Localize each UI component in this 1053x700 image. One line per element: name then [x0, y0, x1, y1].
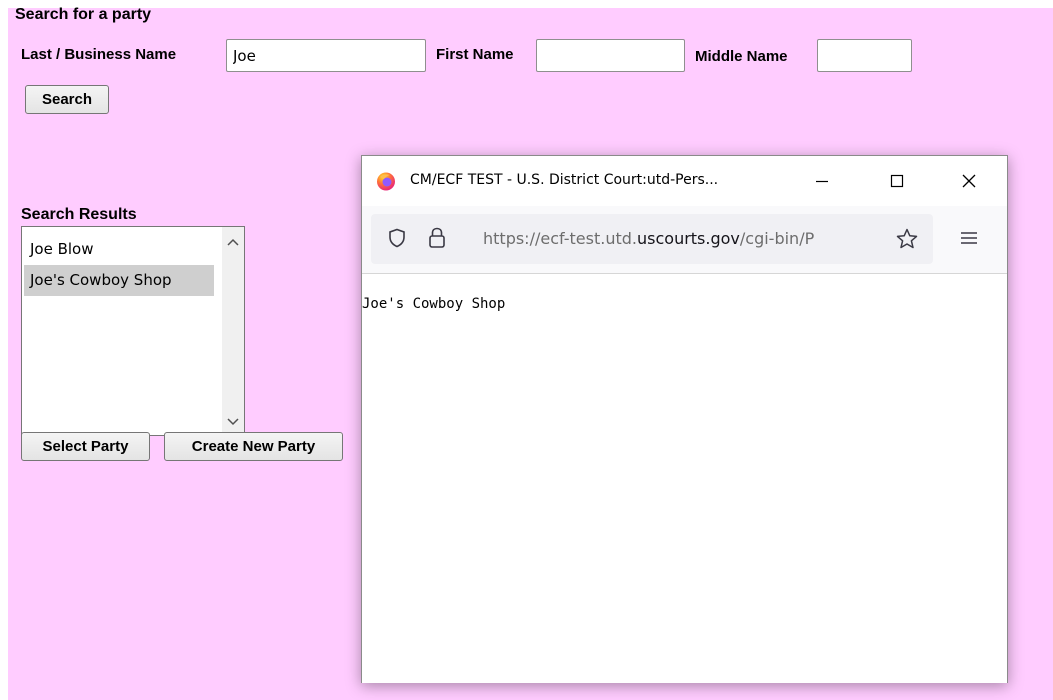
address-bar[interactable]: https://ecf-test.utd.uscourts.gov/cgi-bi…	[371, 214, 933, 264]
last-name-input[interactable]	[226, 39, 426, 72]
minimize-icon[interactable]	[799, 156, 845, 206]
firefox-logo-icon	[376, 171, 396, 191]
party-name-text: Joe's Cowboy Shop	[362, 296, 506, 312]
hamburger-menu-icon[interactable]	[960, 230, 978, 251]
window-title: CM/ECF TEST - U.S. District Court:utd-Pe…	[410, 172, 719, 188]
list-item[interactable]: Joe Blow	[24, 234, 214, 265]
last-name-label: Last / Business Name	[21, 46, 177, 63]
popup-content: Joe's Cowboy Shop	[362, 274, 1007, 683]
list-item[interactable]: Joe's Cowboy Shop	[24, 265, 214, 296]
search-results-heading: Search Results	[21, 206, 137, 223]
maximize-icon[interactable]	[874, 156, 920, 206]
middle-name-label: Middle Name	[695, 48, 788, 65]
popup-browser-window[interactable]: CM/ECF TEST - U.S. District Court:utd-Pe…	[361, 155, 1008, 683]
create-new-party-button[interactable]: Create New Party	[164, 432, 343, 461]
chevron-down-icon[interactable]	[222, 412, 244, 432]
middle-name-input[interactable]	[817, 39, 912, 72]
browser-toolbar: https://ecf-test.utd.uscourts.gov/cgi-bi…	[362, 206, 1007, 274]
star-icon[interactable]	[895, 227, 919, 256]
scrollbar[interactable]	[222, 227, 244, 435]
select-party-button[interactable]: Select Party	[21, 432, 150, 461]
search-heading: Search for a party	[15, 6, 152, 23]
lock-icon[interactable]	[428, 227, 446, 254]
first-name-label: First Name	[436, 46, 514, 63]
first-name-input[interactable]	[536, 39, 685, 72]
close-icon[interactable]	[946, 156, 992, 206]
search-results-list[interactable]: Joe Blow Joe's Cowboy Shop	[21, 226, 245, 436]
shield-icon[interactable]	[388, 228, 406, 253]
url-text[interactable]: https://ecf-test.utd.uscourts.gov/cgi-bi…	[483, 229, 891, 248]
search-button[interactable]: Search	[25, 85, 109, 114]
chevron-up-icon[interactable]	[222, 232, 244, 252]
window-titlebar[interactable]: CM/ECF TEST - U.S. District Court:utd-Pe…	[362, 156, 1007, 206]
party-search-page: Search for a party Last / Business Name …	[8, 6, 1053, 700]
